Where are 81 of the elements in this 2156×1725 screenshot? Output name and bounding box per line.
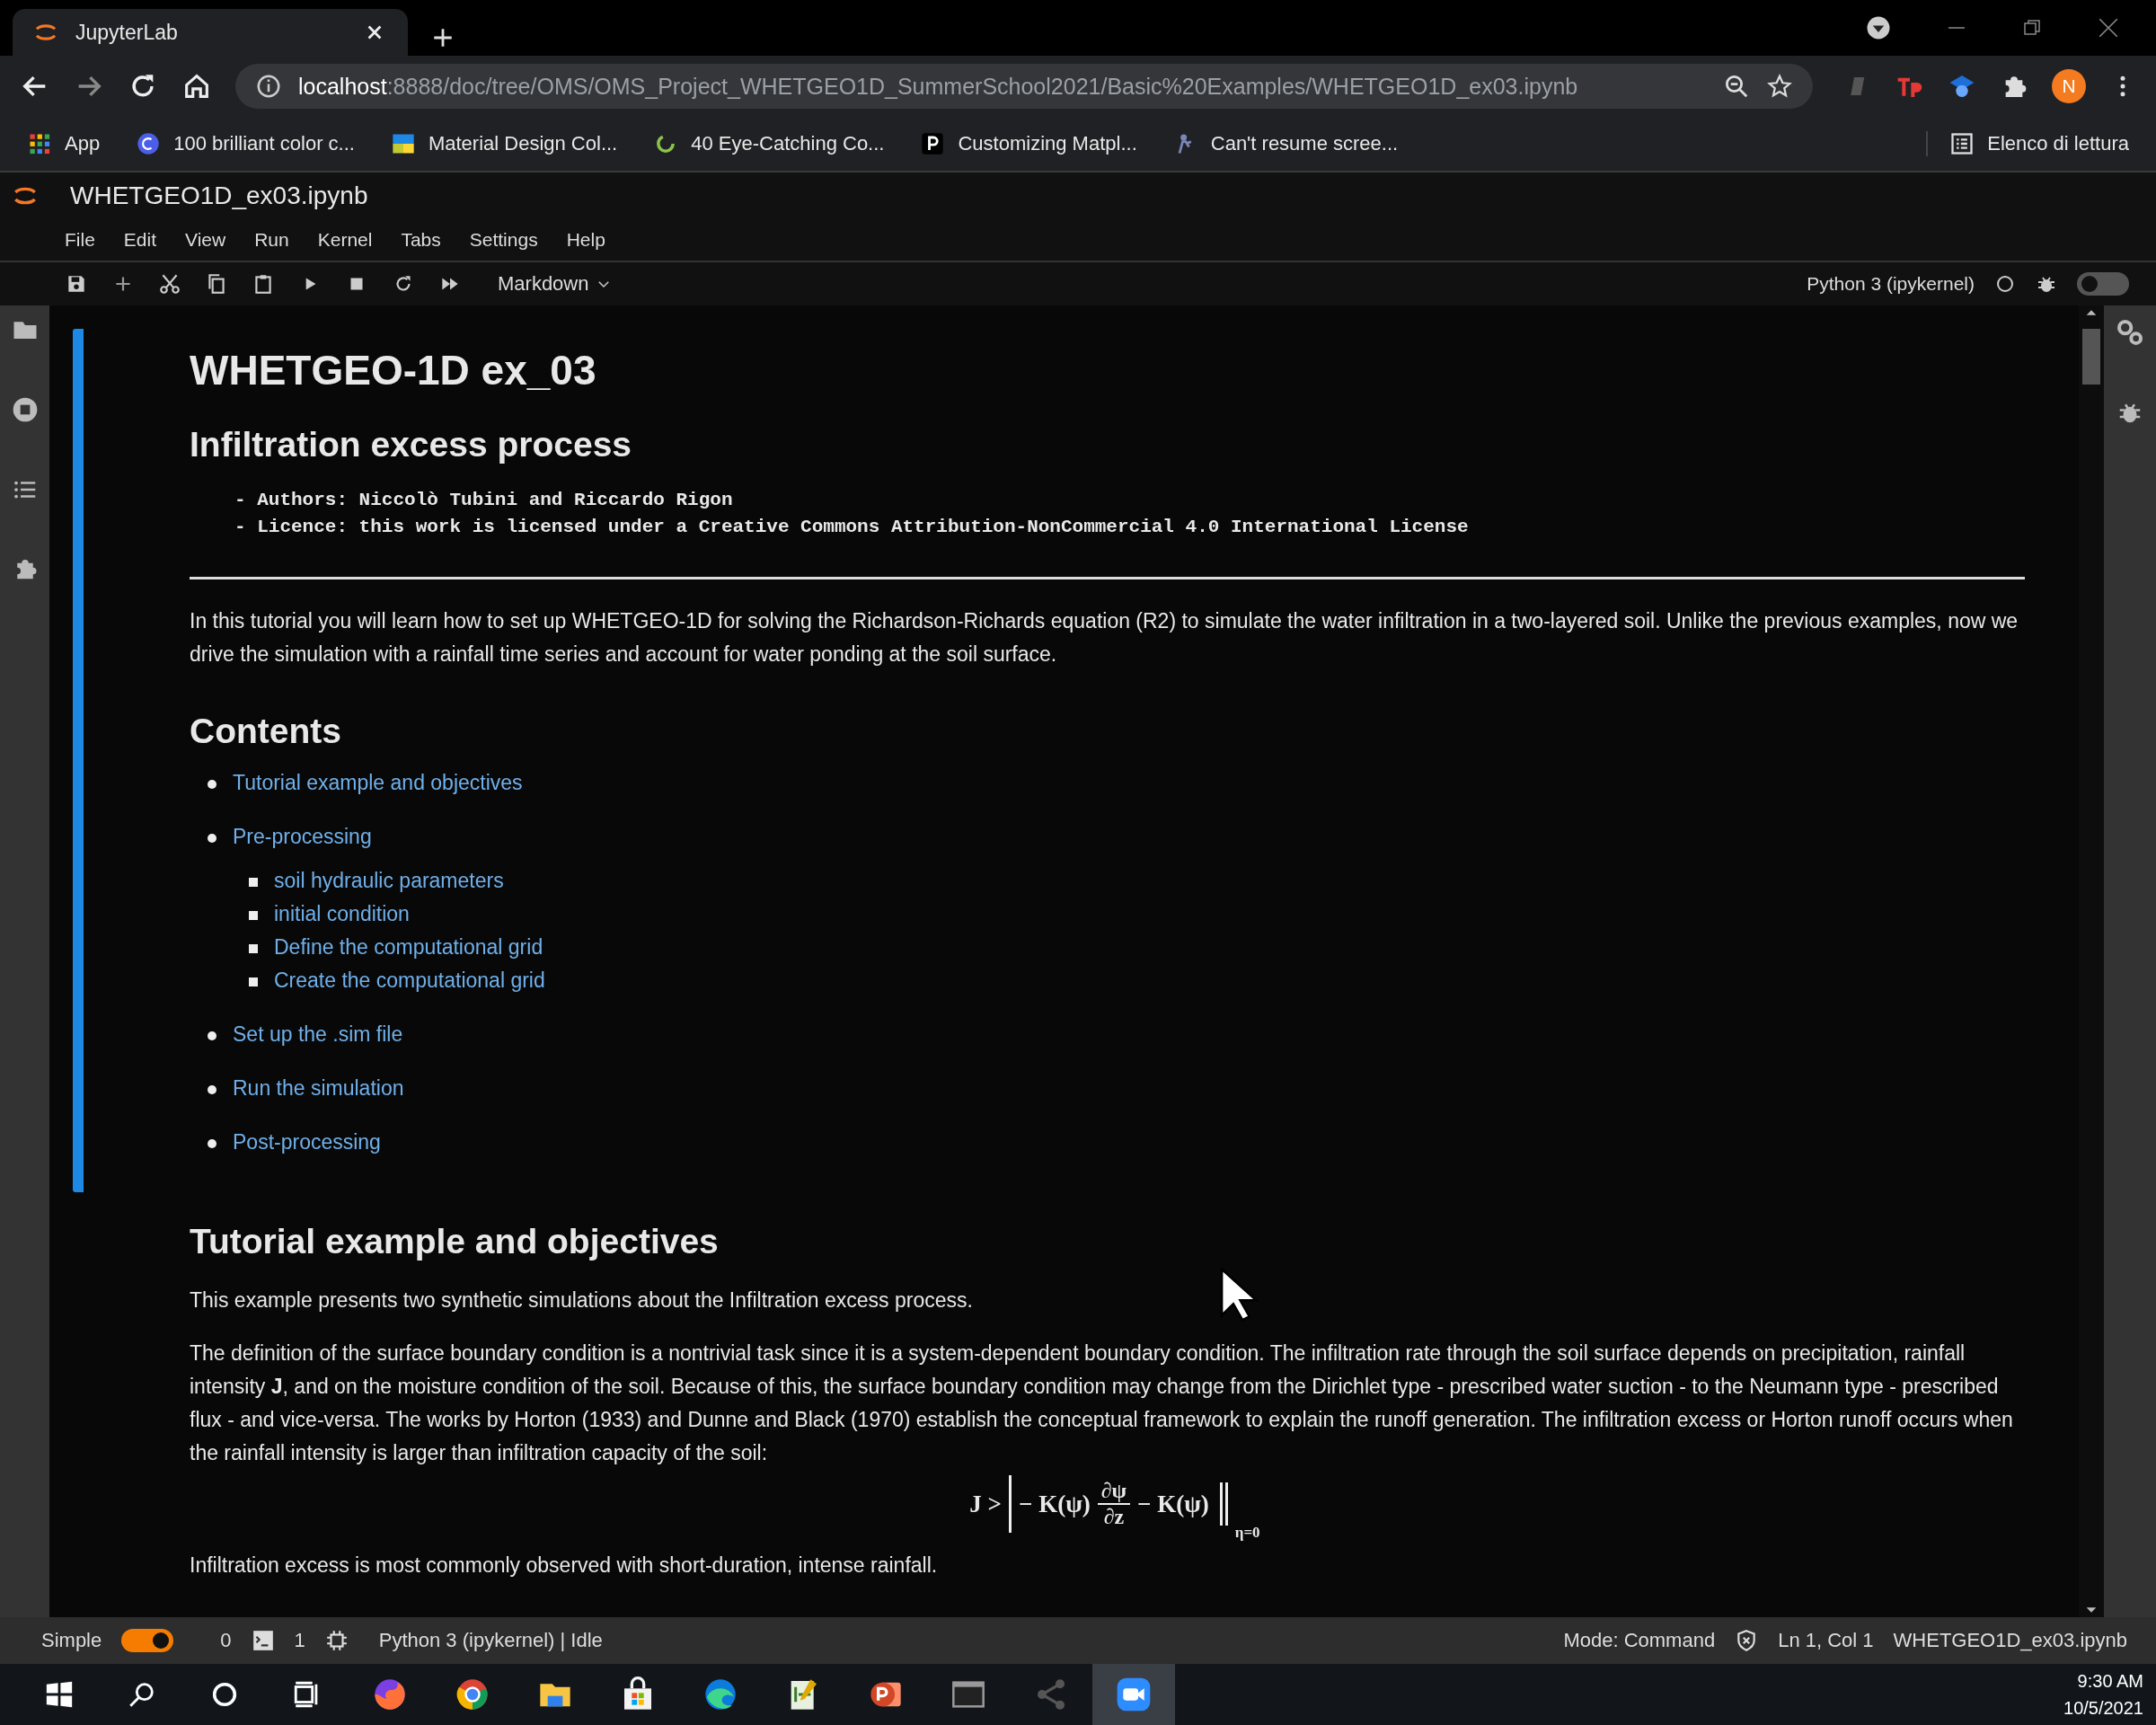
contents-link[interactable]: Tutorial example and objectives <box>233 771 523 794</box>
bookmark-link[interactable]: Material Design Col... <box>428 132 618 155</box>
bullet-icon <box>208 1139 216 1148</box>
url-text: localhost:8888/doc/tree/OMS/OMS_Project_WHETGEO1D_SummerSchool2021/Basic%20Examples/WHETGEO1D_ex03.ipynb <box>298 73 1578 100</box>
simple-mode-toggle[interactable] <box>121 1629 174 1652</box>
address-field[interactable]: localhost:8888/doc/tree/OMS/OMS_Project_WHETGEO1D_SummerSchool2021/Basic%20Examples/WHETGEO1D_ex03.ipynb <box>235 64 1813 109</box>
wave-icon <box>702 1676 738 1712</box>
section-heading: Infiltration excess process <box>190 424 633 465</box>
bullet-icon <box>249 944 258 953</box>
terminal-icon[interactable] <box>251 1629 275 1652</box>
clock-time: 9:30 AM <box>2076 1670 2143 1693</box>
menu-item[interactable]: Help <box>552 229 620 251</box>
paragraph: This example presents two synthetic simulations about the Infiltration excess process. <box>190 1287 973 1314</box>
reading-list-icon[interactable] <box>1949 131 1975 156</box>
section-heading: Tutorial example and objectives <box>190 1221 720 1262</box>
file-name: WHETGEO1D_ex03.ipynb <box>1893 1629 2127 1652</box>
contents-link[interactable]: Post-processing <box>233 1130 381 1154</box>
video-camera-icon <box>1116 1676 1152 1712</box>
scrollbar-thumb[interactable] <box>2082 329 2100 385</box>
star-icon[interactable] <box>1766 73 1793 100</box>
bullet-icon <box>249 978 258 986</box>
kernel-name[interactable]: Python 3 (ipykernel) <box>1807 273 1975 295</box>
tab-title: JupyterLab <box>75 20 179 45</box>
notebook-title: WHETGEO-1D ex_03 <box>190 346 597 395</box>
gears-icon[interactable] <box>2116 318 2144 347</box>
bullet-icon <box>249 878 258 887</box>
code-text: - Authors: Niccolò Tubini and Riccardo Rigon - Licence: this work is licensed under a Creative Commons Attribution-NonCommercial 4.0 International License <box>234 489 1470 539</box>
cursor-position: Ln 1, Col 1 <box>1778 1629 1874 1652</box>
document-title: WHETGEO1D_ex03.ipynb <box>70 181 368 210</box>
bookmark-link[interactable]: App <box>65 132 101 155</box>
circle-icon[interactable] <box>136 131 162 156</box>
menu-item[interactable]: View <box>171 229 241 251</box>
close-icon[interactable] <box>2097 16 2120 40</box>
section-heading: Contents <box>190 711 342 752</box>
info-icon <box>255 73 282 100</box>
menu-item[interactable]: File <box>50 229 110 251</box>
contents-link[interactable]: Define the computational grid <box>274 935 543 959</box>
browser-tab[interactable]: JupyterLab <box>13 9 408 56</box>
bookmark-link[interactable]: 40 Eye-Catching Co... <box>691 132 885 155</box>
bookmark-link[interactable]: Customizing Matpl... <box>958 132 1137 155</box>
menu-item[interactable]: Run <box>240 229 304 251</box>
cell-type-dropdown[interactable]: Markdown <box>492 271 618 296</box>
bullet-icon <box>208 1085 216 1094</box>
contents-link[interactable]: Create the computational grid <box>274 969 545 992</box>
kernel-count[interactable]: 1 <box>294 1629 305 1652</box>
paragraph: The definition of the surface boundary condition is a nontrivial task since it is a system-dependent boundary condition. The infiltration rate through the soil surface depends on precipitation, rainfall intensity J, and on the moisture condition of the soil. Because of this, the surface boundary condition may change from the Dirichlet type - prescribed water suction - to the Neumann type - prescribed flux - and vice-versa. The works by Horton (1933) and Dunne and Black (1970) establish the conceptual framework to explain the runoff generation. The infiltration excess or Horton runoff occurs when the rainfall intensity is larger than infiltration capacity of the soil: <box>190 1340 2014 1466</box>
bookmark-link[interactable]: 100 brilliant color c... <box>173 132 355 155</box>
paragraph: In this tutorial you will learn how to set up WHETGEO-1D for solving the Richardson-Richards equation (R2) to simulate the water infiltration in a two-layered soil. Unlike the previous examples, now we drive the simulation with a rainfall time series and account for water ponding at the soil surface. <box>190 608 2019 668</box>
kernel-status-icon <box>1994 273 2016 295</box>
bookmark-link[interactable]: Can't resume scree... <box>1210 132 1399 155</box>
bullet-icon <box>249 911 258 920</box>
tab-search-icon[interactable] <box>1865 14 1892 41</box>
plus-icon <box>431 26 455 49</box>
menu-item[interactable]: Settings <box>455 229 552 251</box>
terminal-count[interactable]: 0 <box>220 1629 232 1652</box>
windows-logo-icon[interactable] <box>44 1679 75 1710</box>
globe-icon <box>455 1676 490 1712</box>
zoom-icon[interactable] <box>1723 73 1750 100</box>
taskbar-app[interactable] <box>1092 1664 1175 1725</box>
contents-link[interactable]: Run the simulation <box>233 1076 404 1100</box>
menu-item[interactable]: Kernel <box>303 229 387 251</box>
letter-icon[interactable] <box>920 131 946 156</box>
chip-icon[interactable] <box>324 1629 349 1652</box>
paragraph: Infiltration excess is most commonly observed with short-duration, intense rainfall. <box>190 1552 938 1579</box>
bullet-icon <box>208 834 216 843</box>
menu-item[interactable]: Edit <box>109 229 172 251</box>
debugger-toggle[interactable] <box>2077 272 2129 296</box>
clock-date: 10/5/2021 <box>2063 1697 2143 1720</box>
contents-link[interactable]: initial condition <box>274 902 410 925</box>
mode-indicator: Mode: Command <box>1563 1629 1716 1652</box>
reading-list-link[interactable]: Elenco di lettura <box>1987 132 2129 155</box>
contents-link[interactable]: Pre-processing <box>233 825 372 848</box>
menu-item[interactable]: Tabs <box>386 229 455 251</box>
fox-icon <box>372 1676 408 1712</box>
contents-link[interactable]: Set up the .sim file <box>233 1022 403 1046</box>
bullet-icon <box>208 780 216 789</box>
mode-label: Simple <box>41 1629 102 1652</box>
bullet-icon <box>208 1031 216 1040</box>
kernel-status[interactable]: Python 3 (ipykernel) | Idle <box>378 1629 603 1652</box>
contents-link[interactable]: soil hydraulic parameters <box>274 869 504 892</box>
scissors-icon[interactable] <box>158 272 181 296</box>
